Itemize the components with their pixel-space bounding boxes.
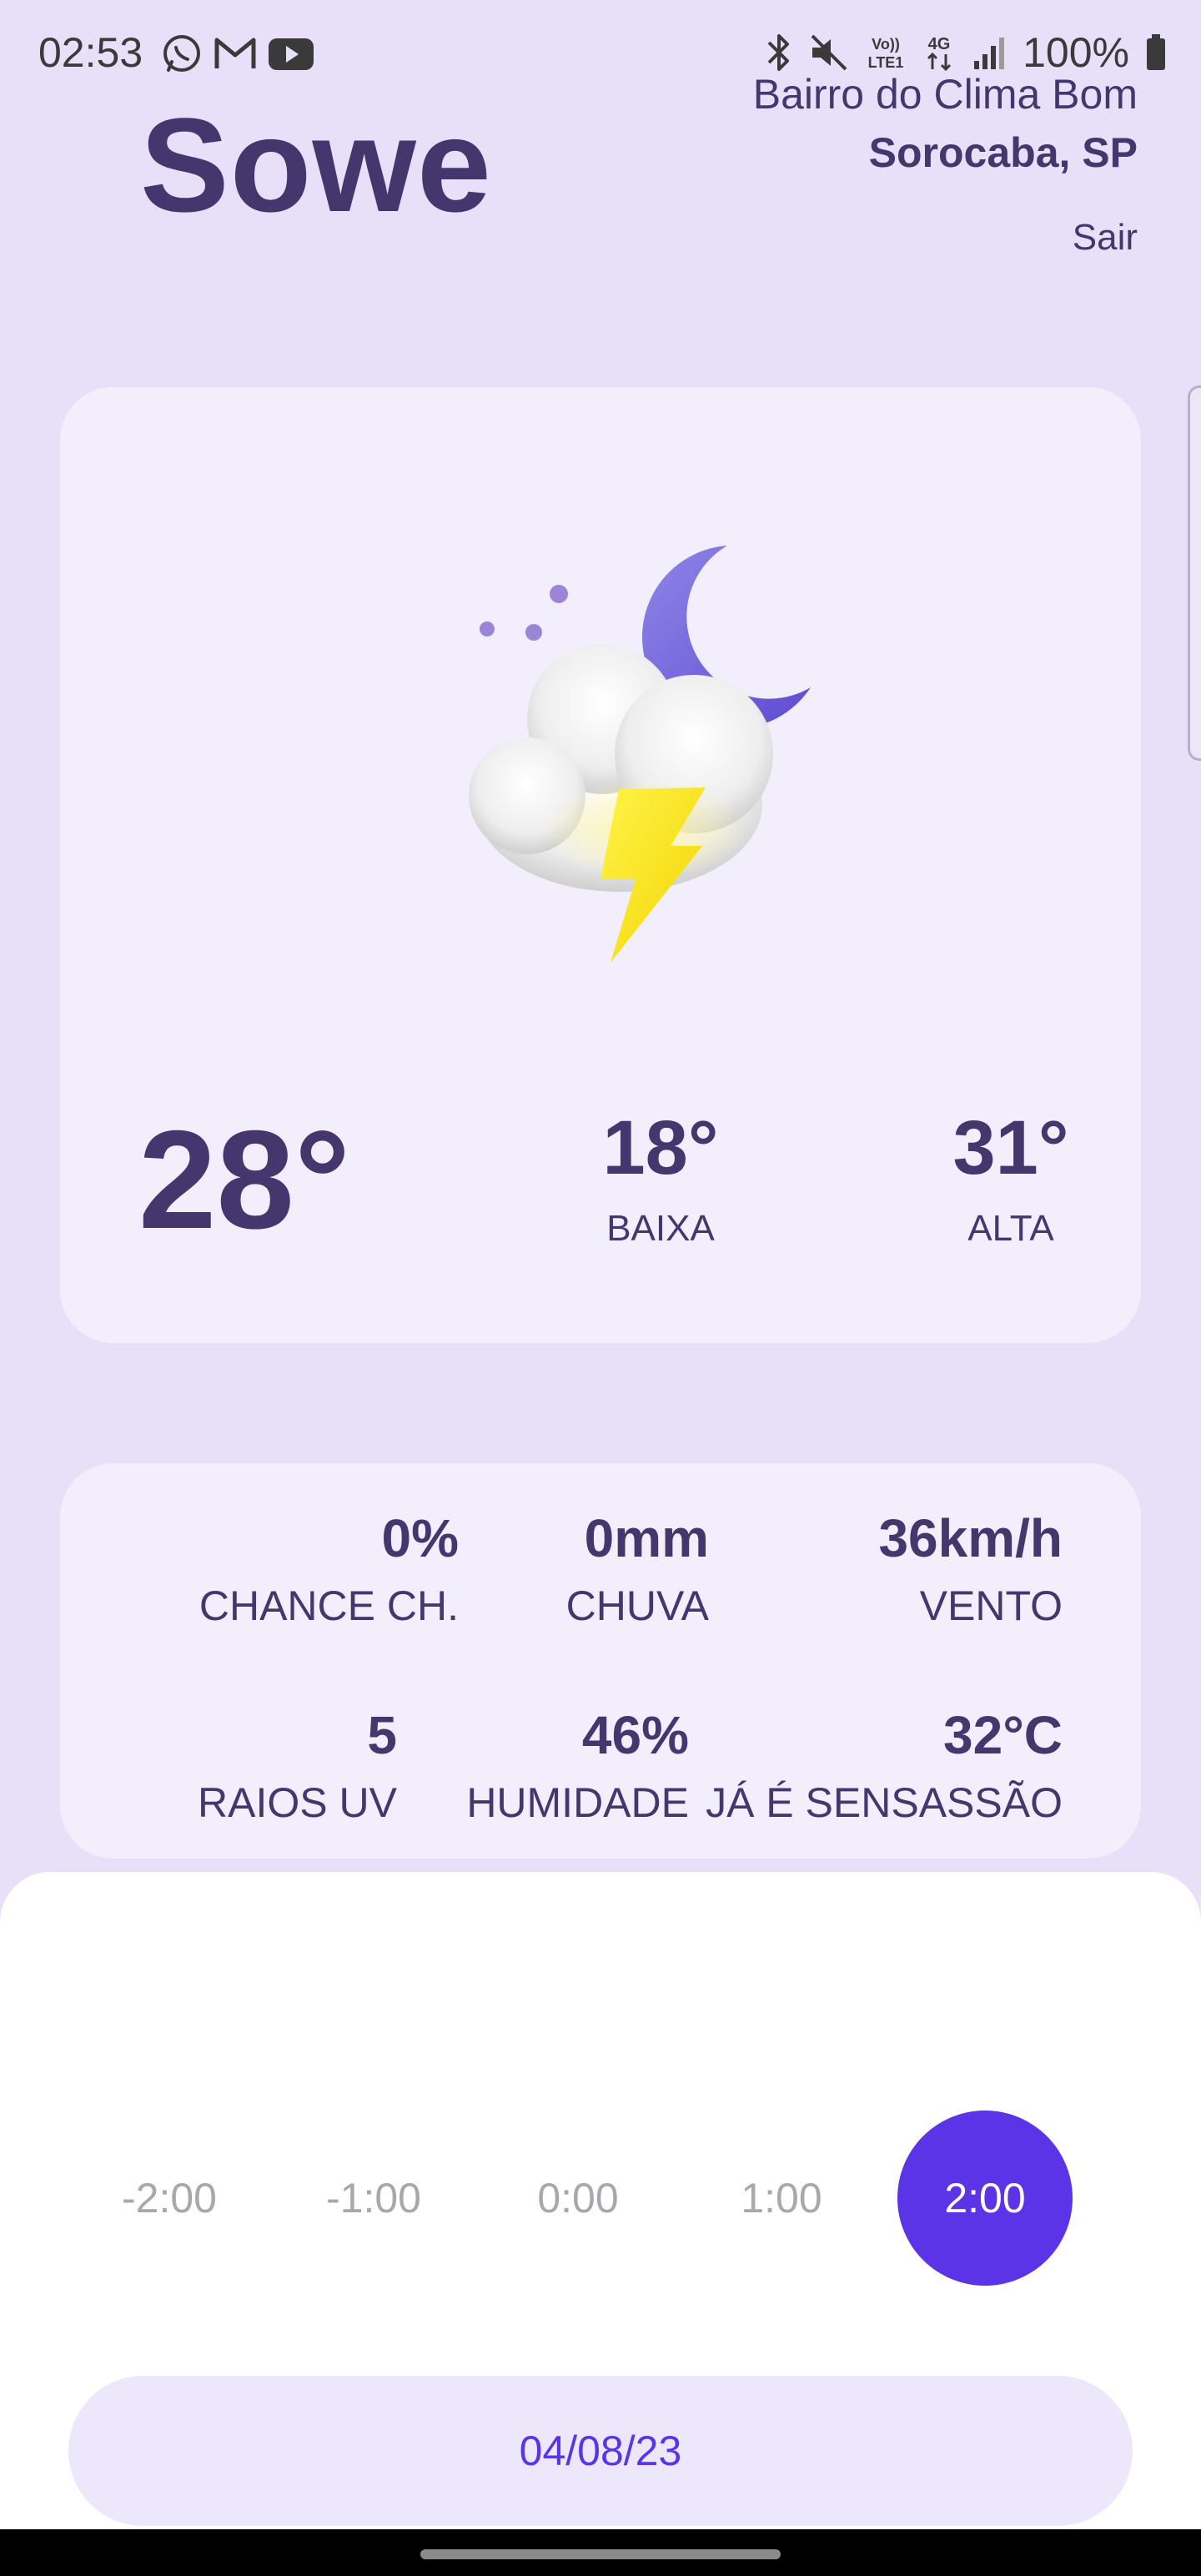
- hour-item[interactable]: -1:00: [286, 2111, 461, 2286]
- hour-item[interactable]: -2:00: [82, 2111, 257, 2286]
- bluetooth-icon: [767, 34, 790, 71]
- neighborhood-name: Bairro do Clima Bom: [752, 71, 1138, 118]
- low-temperature: 18° BAIXA: [577, 1109, 744, 1250]
- hour-item[interactable]: 1:00: [694, 2111, 869, 2286]
- weather-details-card: 0% CHANCE CH. 0mm CHUVA 36km/h VENTO 5 R…: [60, 1463, 1141, 1859]
- hour-item[interactable]: 2:00: [897, 2111, 1073, 2286]
- screen: 02:53 Vo)) LTE1 4G 100% Sowe Bairro do C…: [0, 0, 1201, 2576]
- rain-label: CHUVA: [565, 1582, 709, 1629]
- navigation-bar: [0, 2529, 1201, 2576]
- signal-icon: [974, 38, 1005, 69]
- city-name: Sorocaba, SP: [868, 129, 1138, 176]
- high-temperature-value: 31°: [952, 1105, 1069, 1190]
- humidity-label: HUMIDADE: [466, 1779, 689, 1826]
- date-selector-button[interactable]: 04/08/23: [68, 2376, 1133, 2526]
- gmail-icon: [214, 38, 256, 68]
- svg-text:Vo)): Vo)): [872, 36, 900, 53]
- thunderstorm-night-icon: [452, 529, 919, 996]
- bottom-sheet: -2:00 -1:00 0:00 1:00 2:00 04/08/23: [0, 1872, 1201, 2529]
- status-time: 02:53: [38, 29, 143, 76]
- humidity-value: 46%: [581, 1705, 689, 1765]
- logout-button[interactable]: Sair: [1073, 217, 1138, 259]
- low-temperature-value: 18°: [602, 1105, 719, 1190]
- hour-item[interactable]: 0:00: [490, 2111, 666, 2286]
- detail-rain-chance: 0% CHANCE CH.: [199, 1512, 459, 1630]
- svg-text:4G: 4G: [928, 35, 951, 53]
- svg-text:LTE1: LTE1: [868, 54, 904, 71]
- volte-icon: Vo)) LTE1: [868, 36, 904, 71]
- uv-label: RAIOS UV: [198, 1779, 397, 1826]
- whatsapp-icon: [163, 35, 200, 72]
- mute-icon: [811, 34, 847, 71]
- network-4g-icon: 4G: [927, 35, 952, 72]
- feels-like-label: JÁ É SENSASSÃO: [706, 1779, 1063, 1826]
- rain-value: 0mm: [584, 1508, 709, 1568]
- rain-chance-value: 0%: [381, 1508, 460, 1568]
- detail-uv: 5 RAIOS UV: [198, 1708, 397, 1827]
- high-temperature: 31° ALTA: [927, 1109, 1094, 1250]
- low-temperature-label: BAIXA: [606, 1208, 715, 1249]
- high-temperature-label: ALTA: [967, 1208, 1054, 1249]
- rain-chance-label: CHANCE CH.: [198, 1582, 459, 1629]
- current-temperature: 28°: [138, 1101, 351, 1258]
- wind-value: 36km/h: [878, 1508, 1063, 1568]
- detail-wind: 36km/h VENTO: [878, 1512, 1063, 1630]
- uv-value: 5: [367, 1705, 397, 1765]
- home-gesture-handle[interactable]: [420, 2549, 781, 2559]
- battery-icon: [1147, 34, 1165, 70]
- current-weather-card: 28° 18° BAIXA 31° ALTA: [60, 387, 1141, 1343]
- youtube-icon: [269, 38, 314, 70]
- status-notification-icons: [160, 32, 315, 75]
- detail-feels-like: 32°C JÁ É SENSASSÃO: [706, 1708, 1063, 1827]
- app-title: Sowe: [140, 90, 492, 239]
- detail-rain: 0mm CHUVA: [566, 1512, 709, 1630]
- feels-like-value: 32°C: [943, 1705, 1063, 1765]
- detail-humidity: 46% HUMIDADE: [466, 1708, 689, 1827]
- wind-label: VENTO: [919, 1582, 1063, 1629]
- scroll-indicator[interactable]: [1188, 385, 1201, 761]
